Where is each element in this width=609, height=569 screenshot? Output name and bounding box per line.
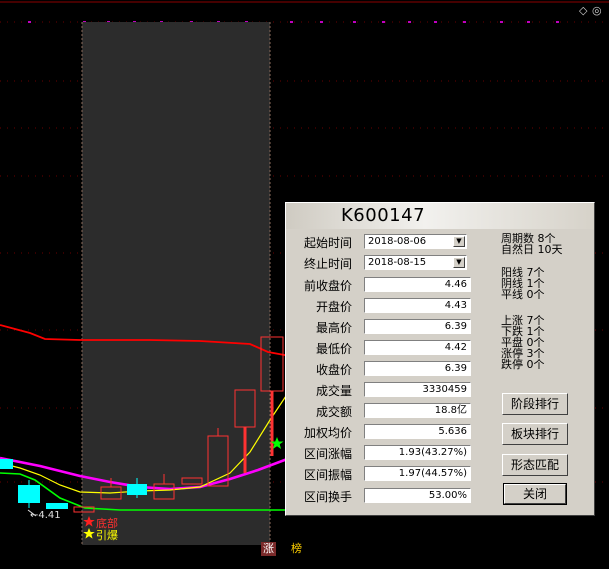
field-label: 开盘价: [315, 300, 352, 314]
field-label: 成交额: [315, 405, 352, 419]
start-date-value: 2018-08-06: [368, 236, 427, 247]
vwap-value: 5.636: [364, 424, 471, 439]
dialog-title-bar[interactable]: K600147: [286, 203, 594, 229]
close-value: 6.39: [364, 361, 471, 376]
interval-change-value: 1.93(43.27%): [364, 445, 471, 460]
zhang-tag[interactable]: 涨: [261, 542, 276, 556]
low-value: 4.42: [364, 340, 471, 355]
interval-stats-dialog: K600147 起始时间 2018-08-06 ▼ 终止时间 2018-08-1…: [285, 202, 595, 516]
field-label: 收盘价: [315, 363, 352, 377]
dialog-title: K600147: [341, 205, 426, 226]
target-icon[interactable]: ◎: [592, 5, 602, 17]
chevron-down-icon[interactable]: ▼: [453, 257, 465, 268]
field-label: 最高价: [315, 321, 352, 335]
close-button[interactable]: 关闭: [503, 483, 567, 505]
amount-value: 18.8亿: [364, 403, 471, 418]
detonate-signal-label: 引爆: [96, 529, 118, 542]
limit-down-stat: 跌停 0个: [501, 358, 545, 371]
volume-value: 3330459: [364, 382, 471, 397]
low-price-label: ←4.41: [30, 510, 61, 521]
interval-turnover-value: 53.00%: [364, 488, 471, 503]
field-label: 成交量: [315, 384, 352, 398]
diamond-icon[interactable]: ◇: [579, 5, 587, 17]
field-label: 区间换手: [303, 490, 352, 504]
prev-close-value: 4.46: [364, 277, 471, 292]
end-time-label: 终止时间: [303, 257, 352, 271]
open-value: 4.43: [364, 298, 471, 313]
candle: [0, 459, 13, 469]
chevron-down-icon[interactable]: ▼: [453, 236, 465, 247]
end-date-picker[interactable]: 2018-08-15 ▼: [364, 255, 467, 270]
field-label: 加权均价: [303, 426, 352, 440]
candle: [46, 503, 68, 509]
end-date-value: 2018-08-15: [368, 257, 427, 268]
field-label: 区间涨幅: [303, 447, 352, 461]
natural-days-stat: 自然日 10天: [501, 243, 563, 256]
interval-amplitude-value: 1.97(44.57%): [364, 466, 471, 481]
field-label: 区间振幅: [303, 468, 352, 482]
field-label: 前收盘价: [303, 279, 352, 293]
field-label: 最低价: [315, 342, 352, 356]
start-date-picker[interactable]: 2018-08-06 ▼: [364, 234, 467, 249]
start-time-label: 起始时间: [303, 236, 352, 250]
bang-tag[interactable]: 榜: [289, 542, 304, 556]
stage-rank-button[interactable]: 阶段排行: [502, 393, 568, 415]
flat-stat: 平线 0个: [501, 288, 545, 301]
high-value: 6.39: [364, 319, 471, 334]
selection-region: [82, 22, 270, 545]
pattern-match-button[interactable]: 形态匹配: [502, 454, 568, 476]
sector-rank-button[interactable]: 板块排行: [502, 423, 568, 445]
